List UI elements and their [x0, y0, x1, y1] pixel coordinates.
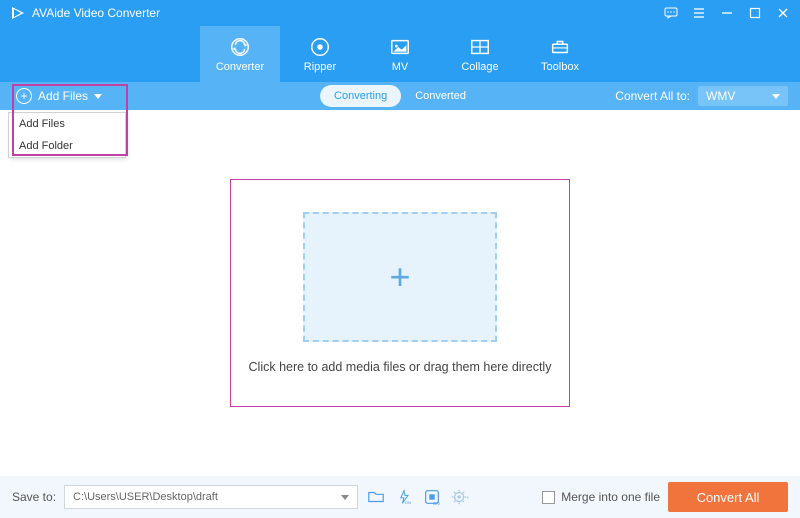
dropdown-item-add-files[interactable]: Add Files [9, 113, 125, 135]
chevron-down-icon [772, 94, 780, 99]
merge-label: Merge into one file [561, 490, 660, 504]
boost-icon[interactable]: ON [394, 487, 414, 507]
maximize-icon[interactable] [748, 6, 762, 20]
save-to-label: Save to: [12, 490, 56, 504]
convert-all-button[interactable]: Convert All [668, 482, 788, 512]
drop-zone-outer: + Click here to add media files or drag … [230, 179, 570, 407]
ripper-icon [309, 36, 331, 58]
collage-icon [469, 36, 491, 58]
tab-label: Ripper [304, 61, 336, 73]
tab-collage[interactable]: Collage [440, 26, 520, 82]
menu-icon[interactable] [692, 6, 706, 20]
output-format-select[interactable]: WMV [698, 86, 788, 106]
svg-text:ON: ON [405, 500, 411, 505]
checkbox-icon [542, 491, 555, 504]
status-pill-tabs: Converting Converted [320, 85, 480, 107]
main-tab-bar: Converter Ripper MV Collage Toolbox [0, 26, 800, 82]
tab-label: Toolbox [541, 61, 579, 73]
dropdown-item-add-folder[interactable]: Add Folder [9, 135, 125, 157]
tab-ripper[interactable]: Ripper [280, 26, 360, 82]
sub-toolbar: + Add Files Converting Converted Convert… [0, 82, 800, 110]
app-title: AVAide Video Converter [32, 6, 160, 20]
svg-text:ON: ON [433, 501, 440, 506]
converter-icon [229, 36, 251, 58]
chevron-down-icon [341, 495, 349, 500]
plus-circle-icon: + [16, 88, 32, 104]
chevron-down-icon [94, 94, 102, 99]
gpu-accel-icon[interactable]: ON [422, 487, 442, 507]
add-files-dropdown: Add Files Add Folder [8, 112, 126, 158]
drop-zone[interactable]: + [303, 212, 497, 342]
settings-gear-icon[interactable] [450, 487, 470, 507]
tab-label: Collage [461, 61, 498, 73]
drop-zone-text: Click here to add media files or drag th… [249, 360, 552, 374]
feedback-icon[interactable] [664, 6, 678, 20]
app-logo-icon [10, 5, 26, 21]
merge-checkbox[interactable]: Merge into one file [542, 490, 660, 504]
tab-mv[interactable]: MV [360, 26, 440, 82]
close-icon[interactable] [776, 6, 790, 20]
save-path-text: C:\Users\USER\Desktop\draft [73, 491, 218, 503]
mv-icon [389, 36, 411, 58]
pill-converted[interactable]: Converted [401, 85, 480, 107]
tab-converter[interactable]: Converter [200, 26, 280, 82]
title-bar: AVAide Video Converter [0, 0, 800, 26]
tab-toolbox[interactable]: Toolbox [520, 26, 600, 82]
pill-converting[interactable]: Converting [320, 85, 401, 107]
save-path-select[interactable]: C:\Users\USER\Desktop\draft [64, 485, 358, 509]
bottom-toolbar: Save to: C:\Users\USER\Desktop\draft ON … [0, 476, 800, 518]
plus-icon: + [389, 259, 410, 295]
add-files-button[interactable]: + Add Files [6, 82, 112, 110]
convert-all-to-label: Convert All to: [615, 89, 690, 103]
add-files-label: Add Files [38, 89, 88, 103]
main-content-area: + Click here to add media files or drag … [0, 110, 800, 476]
open-folder-icon[interactable] [366, 487, 386, 507]
selected-format: WMV [706, 89, 735, 103]
tab-label: Converter [216, 61, 264, 73]
minimize-icon[interactable] [720, 6, 734, 20]
tab-label: MV [392, 61, 409, 73]
toolbox-icon [549, 36, 571, 58]
